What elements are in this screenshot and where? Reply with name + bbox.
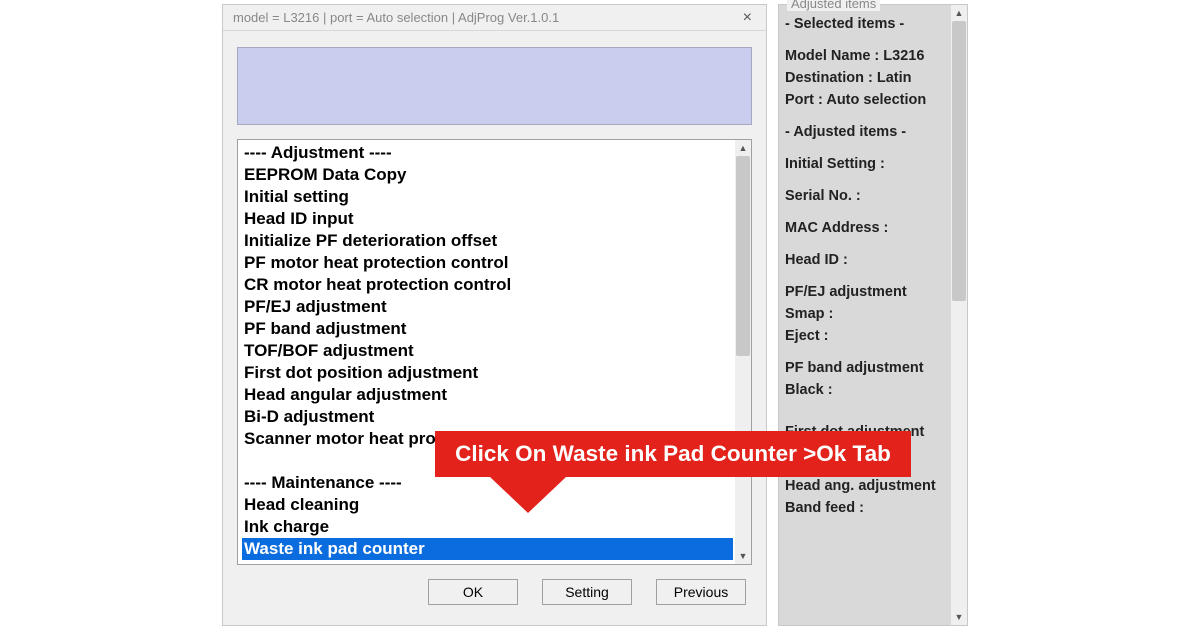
list-item[interactable]: Head angular adjustment xyxy=(242,384,733,406)
setting-button[interactable]: Setting xyxy=(542,579,632,605)
info-panel xyxy=(237,47,752,125)
list-item[interactable]: Shipping setting xyxy=(242,560,733,564)
pfej-adjustment: PF/EJ adjustment xyxy=(785,281,945,303)
close-icon[interactable]: × xyxy=(737,9,758,27)
previous-button[interactable]: Previous xyxy=(656,579,746,605)
main-window: model = L3216 | port = Auto selection | … xyxy=(222,4,767,626)
callout-arrow-icon xyxy=(490,477,566,513)
list-item[interactable]: TOF/BOF adjustment xyxy=(242,340,733,362)
model-name: Model Name : L3216 xyxy=(785,45,945,67)
scroll-down-icon[interactable]: ▼ xyxy=(735,548,751,564)
main-body: ---- Adjustment ----EEPROM Data CopyInit… xyxy=(223,31,766,615)
eject: Eject : xyxy=(785,325,945,347)
instruction-callout: Click On Waste ink Pad Counter >Ok Tab xyxy=(435,431,911,477)
band-feed: Band feed : xyxy=(785,497,945,519)
list-item[interactable]: Ink charge xyxy=(242,516,733,538)
head-ang-adjustment: Head ang. adjustment xyxy=(785,475,945,497)
list-item[interactable]: Head cleaning xyxy=(242,494,733,516)
list-item[interactable]: Initialize PF deterioration offset xyxy=(242,230,733,252)
titlebar: model = L3216 | port = Auto selection | … xyxy=(223,5,766,31)
initial-setting: Initial Setting : xyxy=(785,153,945,175)
list-item[interactable]: ---- Adjustment ---- xyxy=(242,142,733,164)
head-id: Head ID : xyxy=(785,249,945,271)
scroll-thumb[interactable] xyxy=(736,156,750,356)
pf-band-adjustment: PF band adjustment xyxy=(785,357,945,379)
list-item[interactable]: PF motor heat protection control xyxy=(242,252,733,274)
scroll-thumb[interactable] xyxy=(952,21,966,301)
adjusted-items-heading: - Adjusted items - xyxy=(785,121,945,143)
ok-button[interactable]: OK xyxy=(428,579,518,605)
list-item[interactable]: CR motor heat protection control xyxy=(242,274,733,296)
mac-address: MAC Address : xyxy=(785,217,945,239)
smap: Smap : xyxy=(785,303,945,325)
callout-text: Click On Waste ink Pad Counter >Ok Tab xyxy=(455,441,891,467)
list-item[interactable]: EEPROM Data Copy xyxy=(242,164,733,186)
list-scrollbar[interactable]: ▲ ▼ xyxy=(735,140,751,564)
side-group-title: Adjusted items xyxy=(787,0,880,11)
port: Port : Auto selection xyxy=(785,89,945,111)
list-item[interactable]: First dot position adjustment xyxy=(242,362,733,384)
black: Black : xyxy=(785,379,945,401)
selected-items-heading: - Selected items - xyxy=(785,13,945,35)
side-scrollbar[interactable]: ▲ ▼ xyxy=(951,5,967,625)
scroll-up-icon[interactable]: ▲ xyxy=(951,5,967,21)
window-title: model = L3216 | port = Auto selection | … xyxy=(233,10,559,25)
serial-no: Serial No. : xyxy=(785,185,945,207)
scroll-down-icon[interactable]: ▼ xyxy=(951,609,967,625)
destination: Destination : Latin xyxy=(785,67,945,89)
button-row: OK Setting Previous xyxy=(237,579,752,605)
side-content: - Selected items - Model Name : L3216 De… xyxy=(779,5,951,625)
scroll-up-icon[interactable]: ▲ xyxy=(735,140,751,156)
list-item[interactable]: Bi-D adjustment xyxy=(242,406,733,428)
list-item[interactable]: PF band adjustment xyxy=(242,318,733,340)
list-item[interactable]: Waste ink pad counter xyxy=(242,538,733,560)
list-item[interactable]: PF/EJ adjustment xyxy=(242,296,733,318)
list-item[interactable]: Head ID input xyxy=(242,208,733,230)
list-content: ---- Adjustment ----EEPROM Data CopyInit… xyxy=(238,140,735,564)
list-item[interactable]: Initial setting xyxy=(242,186,733,208)
adjusted-items-panel: Adjusted items - Selected items - Model … xyxy=(778,4,968,626)
